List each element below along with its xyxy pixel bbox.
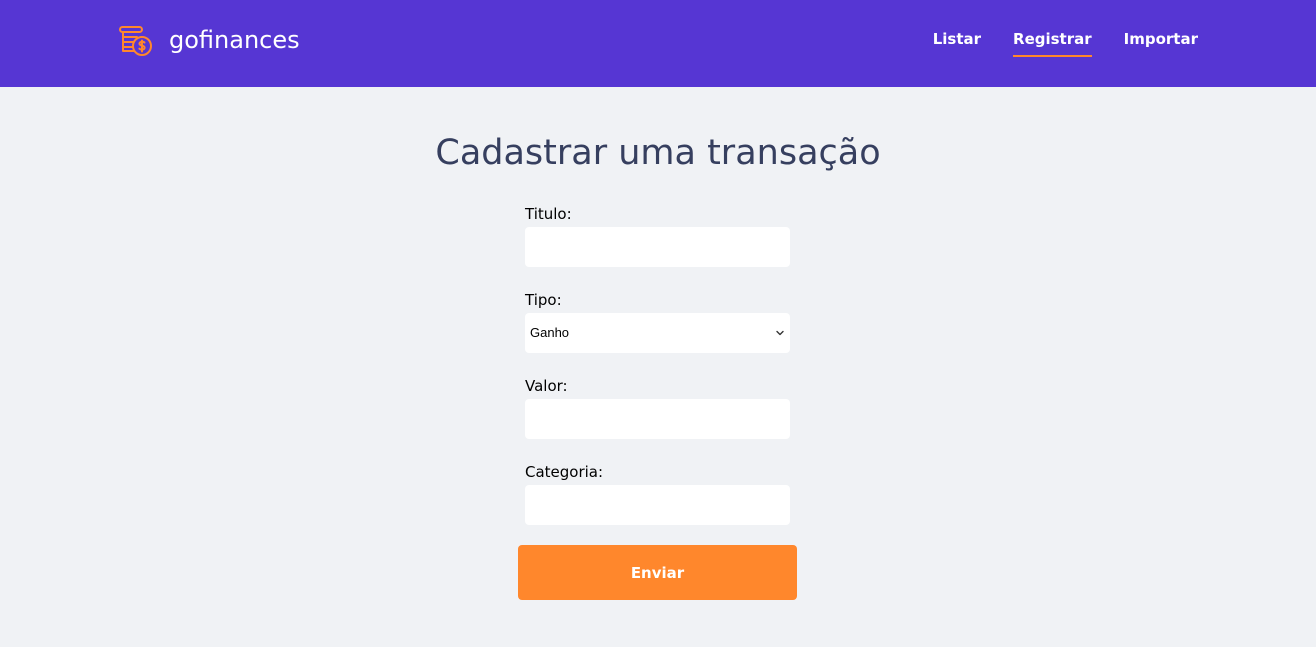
top-header: gofinances Listar Registrar Importar xyxy=(0,0,1316,87)
coins-dollar-icon xyxy=(119,26,152,56)
nav-link-importar[interactable]: Importar xyxy=(1124,29,1198,57)
tipo-select[interactable]: Ganho xyxy=(525,313,790,353)
submit-button[interactable]: Enviar xyxy=(518,545,797,600)
valor-field-group: Valor: xyxy=(525,376,790,439)
valor-input[interactable] xyxy=(525,399,790,439)
main-nav: Listar Registrar Importar xyxy=(933,29,1198,57)
categoria-label: Categoria: xyxy=(525,463,604,481)
valor-label: Valor: xyxy=(525,377,568,395)
nav-link-listar[interactable]: Listar xyxy=(933,29,981,57)
categoria-input[interactable] xyxy=(525,485,790,525)
titulo-field-group: Titulo: xyxy=(525,204,790,267)
brand-name: gofinances xyxy=(169,26,300,54)
tipo-field-group: Tipo: Ganho xyxy=(525,290,790,353)
chevron-down-icon xyxy=(776,330,784,336)
titulo-input[interactable] xyxy=(525,227,790,267)
transaction-form: Titulo: Tipo: Ganho Valor: Categoria: En… xyxy=(518,204,797,600)
tipo-selected-value: Ganho xyxy=(530,325,570,340)
titulo-label: Titulo: xyxy=(525,205,572,223)
brand-logo[interactable]: gofinances xyxy=(118,22,300,58)
tipo-label: Tipo: xyxy=(525,291,562,309)
page-title: Cadastrar uma transação xyxy=(435,133,881,173)
categoria-field-group: Categoria: xyxy=(525,462,790,525)
nav-link-registrar[interactable]: Registrar xyxy=(1013,29,1092,57)
